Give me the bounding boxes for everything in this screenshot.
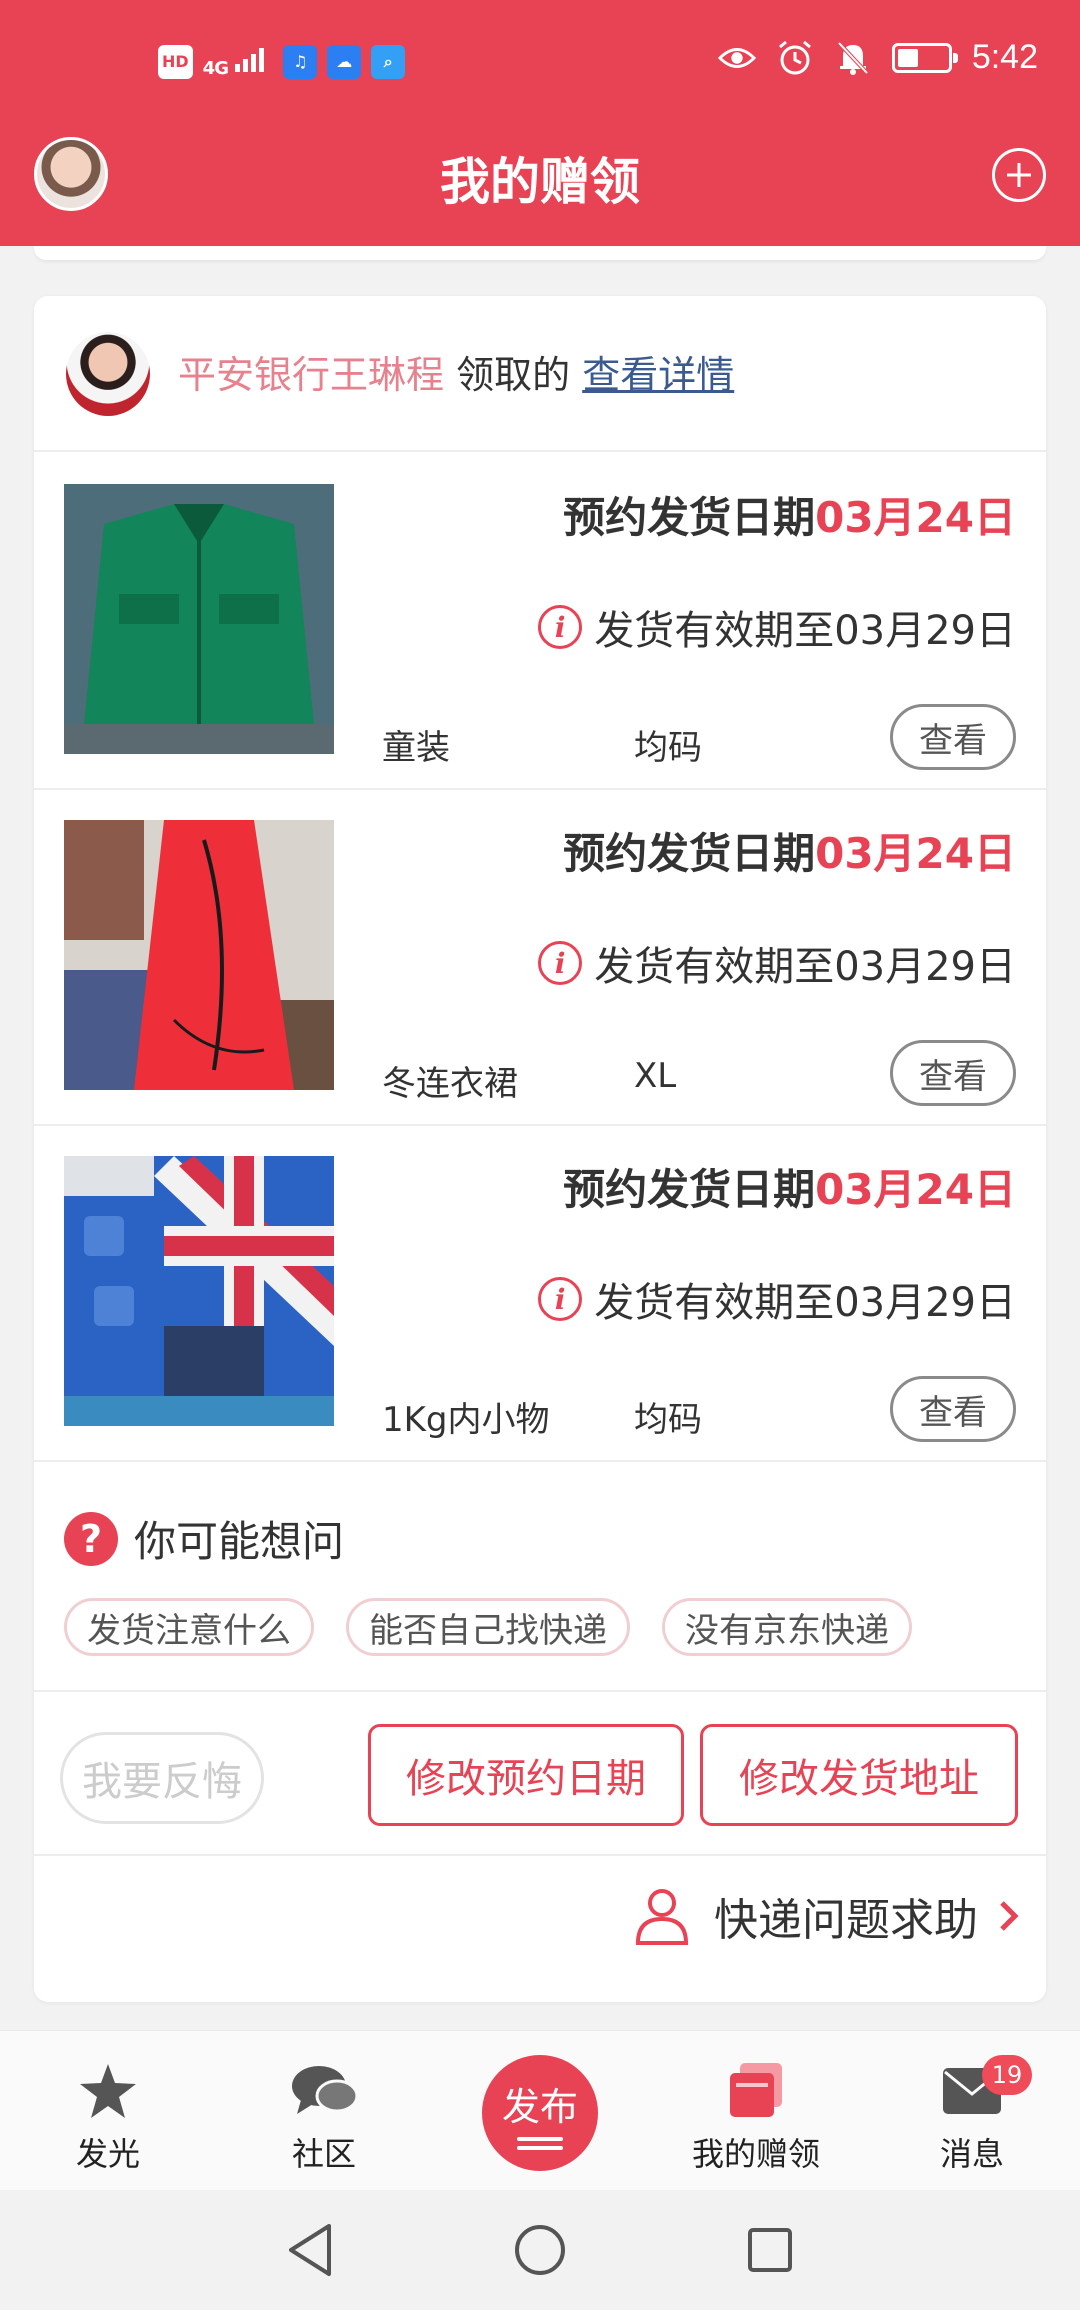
status-left-icons: HD 4G ♫ ☁ ⌕: [158, 44, 406, 79]
valid-until: i 发货有效期至03月29日: [538, 598, 1016, 656]
faq-chip[interactable]: 发货注意什么: [64, 1598, 314, 1656]
view-button[interactable]: 查看: [890, 704, 1016, 770]
bottom-tab-bar: 发光 社区 发布 我的赠领 19 消息: [0, 2030, 1080, 2190]
faq-chips: 发货注意什么 能否自己找快递 没有京东快递: [64, 1598, 912, 1656]
booking-date: 预约发货日期03月24日: [563, 493, 1016, 542]
eye-icon: [717, 39, 756, 77]
system-nav-bar: [0, 2190, 1080, 2310]
publish-label: 发布: [501, 2085, 578, 2129]
tab-my-gifts[interactable]: 我的赠领: [666, 2059, 846, 2175]
valid-until: i 发货有效期至03月29日: [538, 934, 1016, 992]
person-icon: [635, 1889, 689, 1945]
gift-cards-icon: [730, 2063, 782, 2117]
plus-icon: [1007, 163, 1031, 187]
tab-messages[interactable]: 19 消息: [882, 2055, 1062, 2175]
chat-icon: [292, 2066, 359, 2114]
recents-square-icon: [748, 2228, 792, 2272]
question-icon: ?: [64, 1511, 118, 1566]
page-title: 我的赠领: [440, 153, 640, 211]
giver-row: 平安银行王琳程 领取的 查看详情: [34, 296, 1046, 452]
tab-label: 我的赠领: [691, 2135, 820, 2173]
faq-title: ? 你可能想问: [64, 1508, 344, 1569]
search-app-icon: ⌕: [371, 44, 406, 79]
item-size: 均码: [634, 728, 702, 768]
publish-icon: [517, 2137, 563, 2141]
music-app-icon: ♫: [283, 44, 318, 79]
item-size: 均码: [634, 1400, 702, 1440]
change-address-button[interactable]: 修改发货地址: [700, 1724, 1018, 1826]
status-time: 5:42: [971, 38, 1038, 76]
item-image-red-dress[interactable]: [64, 820, 334, 1090]
faq-chip[interactable]: 没有京东快递: [662, 1598, 912, 1656]
view-button[interactable]: 查看: [890, 1376, 1016, 1442]
item-category: 童装: [382, 728, 450, 768]
weather-app-icon: ☁: [327, 44, 362, 79]
star-icon: [80, 2064, 136, 2118]
item-row: 预约发货日期03月24日 i 发货有效期至03月29日 冬连衣裙 XL 查看: [34, 790, 1046, 1126]
alarm-icon: [776, 39, 814, 77]
item-image-green-jacket[interactable]: [64, 484, 334, 754]
home-button[interactable]: [510, 2220, 570, 2280]
help-label: 快递问题求助: [714, 1895, 978, 1946]
top-bar: HD 4G ♫ ☁ ⌕ 5:42 我的赠领: [0, 0, 1080, 246]
bell-off-icon: [834, 39, 872, 77]
app-header: 我的赠领: [0, 120, 1080, 246]
item-category: 1Kg内小物: [382, 1400, 550, 1440]
giver-line: 平安银行王琳程 领取的 查看详情: [178, 344, 734, 399]
back-triangle-icon: [289, 2224, 331, 2276]
regret-button[interactable]: 我要反悔: [60, 1732, 264, 1824]
status-bar: HD 4G ♫ ☁ ⌕ 5:42: [0, 0, 1080, 120]
chevron-right-icon: [1000, 1901, 1019, 1931]
battery-icon: [891, 42, 958, 73]
message-badge: 19: [982, 2055, 1032, 2095]
hd-badge: HD: [158, 44, 193, 79]
valid-until: i 发货有效期至03月29日: [538, 1270, 1016, 1328]
tab-label: 消息: [939, 2135, 1004, 2173]
back-button[interactable]: [280, 2220, 340, 2280]
item-image-union-jack-cloth[interactable]: [64, 1156, 334, 1426]
signal-icon: 4G: [203, 44, 274, 79]
item-row: 预约发货日期03月24日 i 发货有效期至03月29日 童装 均码 查看: [34, 454, 1046, 790]
tab-community[interactable]: 社区: [234, 2059, 414, 2175]
view-details-link[interactable]: 查看详情: [582, 353, 734, 397]
donation-card: 平安银行王琳程 领取的 查看详情 预约发货日期03月24日 i 发货有效期至03月…: [34, 296, 1046, 2002]
giver-avatar[interactable]: [66, 332, 150, 416]
item-size: XL: [634, 1056, 677, 1096]
faq-chip[interactable]: 能否自己找快递: [346, 1598, 630, 1656]
info-icon: i: [538, 941, 583, 985]
booking-date: 预约发货日期03月24日: [563, 1165, 1016, 1214]
home-circle-icon: [515, 2225, 565, 2275]
item-row: 预约发货日期03月24日 i 发货有效期至03月29日 1Kg内小物 均码 查看: [34, 1126, 1046, 1462]
publish-icon-bar: [517, 2146, 563, 2150]
status-right-icons: 5:42: [717, 38, 1038, 77]
change-date-button[interactable]: 修改预约日期: [368, 1724, 684, 1826]
tab-glow[interactable]: 发光: [18, 2059, 198, 2175]
tab-label: 发光: [75, 2135, 140, 2173]
faq-section: ? 你可能想问 发货注意什么 能否自己找快递 没有京东快递: [34, 1462, 1046, 1692]
add-button[interactable]: [992, 148, 1046, 202]
tab-label: 社区: [291, 2135, 356, 2173]
booking-date: 预约发货日期03月24日: [563, 829, 1016, 878]
view-button[interactable]: 查看: [890, 1040, 1016, 1106]
giver-action-text: 领取的: [444, 353, 583, 397]
previous-card-edge: [34, 246, 1046, 260]
info-icon: i: [538, 605, 583, 649]
publish-button[interactable]: 发布: [482, 2055, 598, 2171]
item-category: 冬连衣裙: [382, 1064, 518, 1104]
delivery-help-link[interactable]: 快递问题求助: [634, 1884, 1020, 1948]
info-icon: i: [538, 1277, 583, 1321]
recents-button[interactable]: [740, 2220, 800, 2280]
giver-name[interactable]: 平安银行王琳程: [178, 353, 444, 397]
action-row: 我要反悔 修改预约日期 修改发货地址: [34, 1694, 1046, 1856]
